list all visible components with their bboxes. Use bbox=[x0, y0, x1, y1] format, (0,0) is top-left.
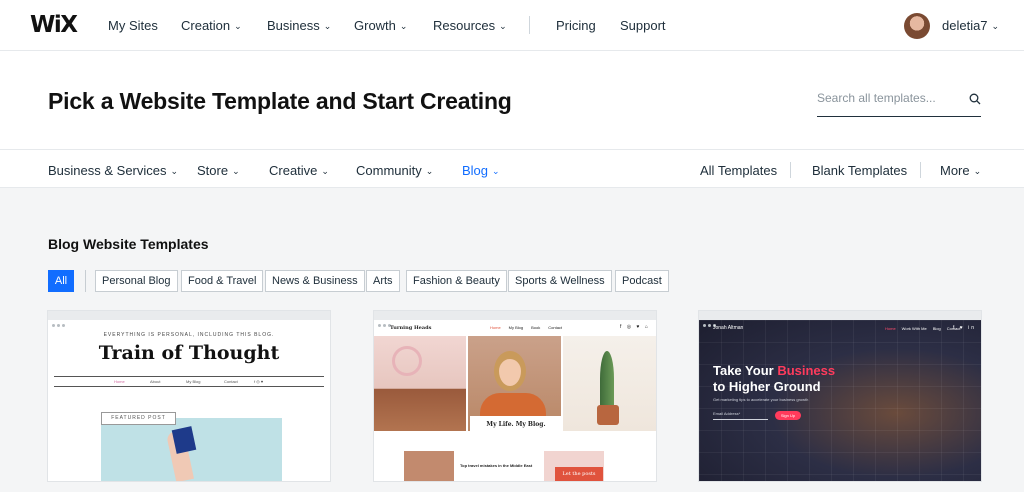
chevron-down-icon: ⌄ bbox=[232, 166, 240, 176]
headline-part: Take Your bbox=[713, 363, 778, 378]
filter-news-business[interactable]: News & Business bbox=[265, 270, 365, 292]
nav-growth[interactable]: Growth ⌄ bbox=[354, 18, 407, 33]
category-bar: Business & Services ⌄ Store ⌄ Creative ⌄ Co… bbox=[0, 149, 1024, 188]
card-brand: Jonah Altman bbox=[713, 325, 744, 331]
card-subtext: Get marketing tips to accelerate your bu… bbox=[713, 397, 809, 402]
search-box[interactable] bbox=[817, 87, 981, 117]
filter-podcast[interactable]: Podcast bbox=[615, 270, 669, 292]
filter-sports-wellness[interactable]: Sports & Wellness bbox=[508, 270, 612, 292]
chevron-down-icon: ⌄ bbox=[323, 21, 332, 31]
category-label: Creative bbox=[269, 163, 318, 178]
window-dots-icon bbox=[52, 314, 67, 332]
nav-label: Business bbox=[267, 18, 320, 33]
nav-label: My Sites bbox=[108, 18, 158, 33]
category-label: Community bbox=[356, 163, 422, 178]
post-thumbnail bbox=[404, 451, 454, 481]
card-menu-preview: Home About My Blog Contact f ◎ ♥ bbox=[54, 376, 324, 387]
category-divider bbox=[790, 162, 791, 178]
category-business-services[interactable]: Business & Services ⌄ bbox=[48, 163, 178, 178]
nav-label: Growth bbox=[354, 18, 396, 33]
featured-post-label: FEATURED POST bbox=[101, 412, 176, 425]
category-community[interactable]: Community ⌄ bbox=[356, 163, 433, 178]
chevron-down-icon: ⌄ bbox=[973, 166, 982, 176]
nav-creation[interactable]: Creation ⌄ bbox=[181, 18, 242, 33]
card-tagline: EVERYTHING IS PERSONAL, INCLUDING THIS B… bbox=[103, 332, 275, 338]
nav-divider bbox=[529, 16, 530, 34]
category-label: Blog bbox=[462, 163, 489, 178]
social-icons: f ♥ in bbox=[953, 325, 977, 331]
link-label: More bbox=[940, 163, 970, 178]
card-title: Train of Thought bbox=[98, 342, 280, 364]
portrait-face bbox=[494, 351, 526, 391]
card-cta: Sign Up bbox=[775, 411, 801, 420]
card-banner: My Life. My Blog. bbox=[470, 416, 562, 433]
chevron-down-icon: ⌄ bbox=[991, 21, 1000, 31]
category-blog[interactable]: Blog ⌄ bbox=[462, 163, 500, 178]
nav-support[interactable]: Support bbox=[620, 18, 666, 33]
link-label: All Templates bbox=[700, 163, 778, 178]
chevron-down-icon: ⌄ bbox=[492, 166, 500, 176]
filter-divider bbox=[85, 270, 86, 292]
headline-accent: Business bbox=[777, 363, 836, 378]
headline-part: to Higher Ground bbox=[713, 379, 821, 394]
filter-personal-blog[interactable]: Personal Blog bbox=[95, 270, 178, 292]
template-card-train-of-thought[interactable]: EVERYTHING IS PERSONAL, INCLUDING THIS B… bbox=[48, 311, 330, 481]
nav-my-sites[interactable]: My Sites bbox=[108, 18, 158, 33]
filter-food-travel[interactable]: Food & Travel bbox=[181, 270, 264, 292]
card-cta: Let the posts bbox=[555, 467, 603, 481]
chevron-down-icon: ⌄ bbox=[170, 166, 179, 176]
category-creative[interactable]: Creative ⌄ bbox=[269, 163, 329, 178]
chevron-down-icon: ⌄ bbox=[321, 166, 329, 176]
top-navigation: WiX My Sites Creation ⌄ Business ⌄ Growth ⌄… bbox=[0, 0, 1024, 51]
more-menu[interactable]: More ⌄ bbox=[940, 163, 981, 178]
template-card-jonah-altman[interactable]: Jonah Altman Home Work With Me Blog Contact… bbox=[699, 311, 981, 481]
social-icons: f ◎ ♥ ⌂ bbox=[620, 324, 650, 330]
nav-resources[interactable]: Resources ⌄ bbox=[433, 18, 507, 33]
chevron-down-icon: ⌄ bbox=[425, 166, 434, 176]
link-label: Blank Templates bbox=[812, 163, 908, 178]
avatar[interactable] bbox=[904, 13, 930, 39]
desk-photo bbox=[374, 336, 466, 431]
nav-business[interactable]: Business ⌄ bbox=[267, 18, 331, 33]
category-label: Business & Services bbox=[48, 163, 167, 178]
username: deletia7 bbox=[942, 18, 988, 33]
nav-label: Pricing bbox=[556, 18, 596, 33]
pot-image bbox=[597, 405, 619, 425]
card-headline: Take Your Business to Higher Ground bbox=[713, 363, 835, 395]
filter-fashion-beauty[interactable]: Fashion & Beauty bbox=[406, 270, 507, 292]
browser-bar bbox=[699, 311, 981, 327]
filter-arts[interactable]: Arts bbox=[366, 270, 400, 292]
email-field-preview: Email Address* bbox=[713, 411, 768, 420]
nav-label: Resources bbox=[433, 18, 496, 33]
plant-image bbox=[600, 351, 614, 406]
browser-bar bbox=[374, 311, 656, 327]
chevron-down-icon: ⌄ bbox=[499, 21, 507, 31]
all-templates-link[interactable]: All Templates bbox=[700, 163, 777, 178]
page-title: Pick a Website Template and Start Creati… bbox=[48, 88, 512, 114]
browser-bar bbox=[48, 311, 330, 327]
user-menu[interactable]: deletia7 ⌄ bbox=[942, 18, 999, 33]
category-store[interactable]: Store ⌄ bbox=[197, 163, 240, 178]
category-divider bbox=[920, 162, 921, 178]
hero-header: Pick a Website Template and Start Creati… bbox=[0, 51, 1024, 149]
template-card-turning-heads[interactable]: Turning Heads Home My Blog Book Contact f ◎… bbox=[374, 311, 656, 481]
nav-label: Creation bbox=[181, 18, 231, 33]
search-icon[interactable] bbox=[969, 93, 981, 105]
blank-templates-link[interactable]: Blank Templates bbox=[812, 163, 907, 178]
card-menu-preview: Home My Blog Book Contact bbox=[490, 325, 563, 330]
search-input[interactable] bbox=[817, 91, 957, 105]
category-label: Store bbox=[197, 163, 229, 178]
wix-logo[interactable]: WiX bbox=[30, 12, 78, 38]
nav-label: Support bbox=[620, 18, 666, 33]
filter-all[interactable]: All bbox=[48, 270, 74, 292]
card-brand: Turning Heads bbox=[390, 325, 432, 331]
section-title: Blog Website Templates bbox=[48, 236, 209, 252]
chevron-down-icon: ⌄ bbox=[234, 21, 242, 31]
nav-pricing[interactable]: Pricing bbox=[556, 18, 596, 33]
post-text: Top travel mistakes in the Middle East bbox=[460, 463, 533, 468]
chevron-down-icon: ⌄ bbox=[399, 21, 408, 31]
